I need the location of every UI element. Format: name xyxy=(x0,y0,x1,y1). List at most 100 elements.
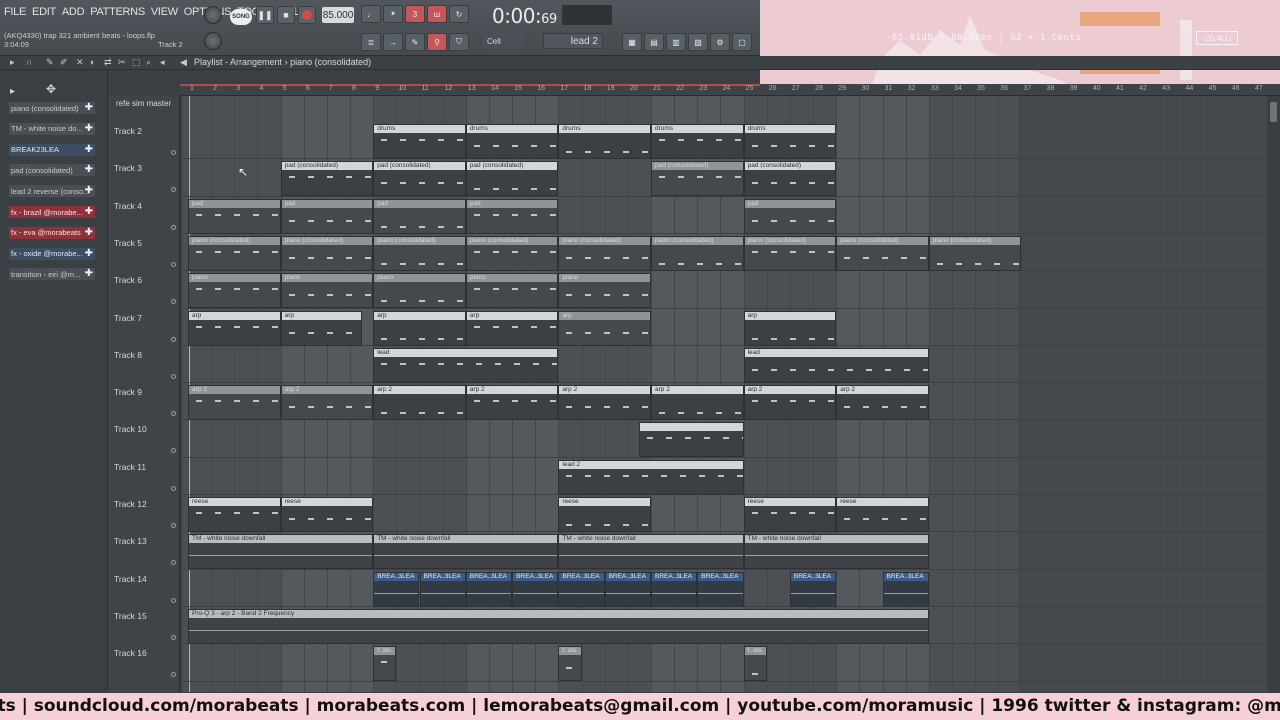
track-header[interactable]: Track 9 xyxy=(108,383,180,420)
playlist-clip[interactable]: piano (consolidated) xyxy=(836,235,929,271)
playlist-clip[interactable]: piano (consolidated) xyxy=(743,235,837,271)
arrow-right-icon[interactable]: ▸ xyxy=(10,57,15,68)
browser-button[interactable]: ▧ xyxy=(688,33,708,51)
playlist-clip[interactable]: arp 2 xyxy=(836,385,929,421)
playlist-clip[interactable]: BREA..3LEA xyxy=(651,571,698,607)
playlist-clip[interactable]: drums xyxy=(743,124,837,159)
playlist-clip[interactable]: BREA..3LEA xyxy=(789,571,837,607)
playlist-clip[interactable]: lead xyxy=(743,347,929,383)
playlist-clip[interactable]: piano (consolidated) xyxy=(465,235,559,271)
playlist-clip[interactable]: piano xyxy=(373,273,466,309)
playlist-clip[interactable]: reese xyxy=(558,497,651,532)
picker-item[interactable]: fx - oxide @morabe... ✚ xyxy=(8,246,96,261)
track-mute-toggle[interactable] xyxy=(171,523,176,528)
playlist-clip[interactable]: BREA..3LEA xyxy=(512,571,559,607)
playlist-clip[interactable] xyxy=(639,422,744,458)
timeline-ruler[interactable]: 1 2 3 4 5 6 7 8 9 10 11 12 13 14 15 16 17 18 19 20 21 22 23 24 2… xyxy=(180,84,1280,96)
track-header[interactable]: Track 4 xyxy=(108,197,180,234)
playlist-clip[interactable]: TM - white noise downfall xyxy=(373,534,559,570)
track-mute-toggle[interactable] xyxy=(171,299,176,305)
link-tool-button[interactable]: ⚲ xyxy=(427,33,447,51)
song-mode-button[interactable]: SONG xyxy=(230,9,252,25)
track-mute-toggle[interactable] xyxy=(171,672,176,678)
playlist-clip[interactable]: arp xyxy=(373,310,466,346)
playlist-clip[interactable]: arp xyxy=(188,310,281,346)
playlist-clip[interactable]: f. ats xyxy=(373,646,397,682)
playlist-clip[interactable]: pad xyxy=(465,198,559,234)
picker-item[interactable]: transition - eiri @m... ✚ xyxy=(8,267,96,282)
track-header[interactable]: Track 8 xyxy=(108,346,180,383)
arrow-right-icon[interactable]: ▸ xyxy=(10,86,15,97)
playlist-clip[interactable]: lead xyxy=(373,347,559,383)
track-mute-toggle[interactable] xyxy=(171,336,176,342)
playlist-clip[interactable]: arp 2 xyxy=(743,385,837,421)
playlist-clip[interactable]: arp 2 xyxy=(188,385,281,421)
playlist-clip[interactable]: TM - white noise downfall xyxy=(558,534,744,570)
playlist-clip[interactable]: piano (consolidated) xyxy=(373,235,466,271)
magnet-icon[interactable]: ∩ xyxy=(26,57,32,67)
playlist-clip[interactable]: piano (consolidated) xyxy=(558,235,651,271)
track-header[interactable]: Track 10 xyxy=(108,420,180,457)
slip-icon[interactable]: ⇄ xyxy=(104,57,112,68)
menu-item-edit[interactable]: EDIT xyxy=(32,6,56,18)
playlist-clip[interactable]: pad xyxy=(188,198,281,234)
track-mute-toggle[interactable] xyxy=(171,373,176,379)
metronome-button[interactable]: ♩ xyxy=(361,5,381,23)
playlist-clip[interactable]: piano (consolidated) xyxy=(651,235,744,271)
playlist-clip[interactable]: BREA..3LEA xyxy=(558,571,605,607)
add-icon[interactable]: ✚ xyxy=(85,248,93,259)
playlist-clip[interactable]: drums xyxy=(465,124,559,159)
playlist-clip[interactable]: drums xyxy=(558,124,651,159)
track-header[interactable]: Track 11 xyxy=(108,458,180,495)
channel-rack-button[interactable]: ▤ xyxy=(644,33,664,51)
track-mute-toggle[interactable] xyxy=(171,261,176,267)
playlist-clip[interactable]: piano xyxy=(280,273,374,309)
playlist-clip[interactable]: pad (consolidated) xyxy=(743,161,837,197)
add-icon[interactable]: ✚ xyxy=(85,206,93,217)
track-header[interactable]: Track 16 xyxy=(108,644,180,681)
brush-icon[interactable]: ✐ xyxy=(60,57,68,68)
snap-selector[interactable]: Cell xyxy=(483,33,523,49)
add-icon[interactable]: ✚ xyxy=(85,123,93,134)
track-header[interactable]: Track 3 xyxy=(108,159,180,196)
picker-item[interactable]: fx - brazil @morabe... ✚ xyxy=(8,205,96,219)
wait-input-button[interactable]: ⏸ xyxy=(383,5,403,23)
playlist-clip[interactable]: pad (consolidated) xyxy=(373,161,466,197)
playlist-clip[interactable]: pad xyxy=(373,198,466,234)
playlist-clip[interactable]: BREA..3LEA xyxy=(604,571,651,607)
playlist-clip[interactable]: TM - white noise downfall xyxy=(743,534,929,570)
picker-item[interactable]: pad (consolidated) ✚ xyxy=(8,163,96,178)
stop-button[interactable]: ■ xyxy=(277,6,295,24)
playlist-clip[interactable]: pad (consolidated) xyxy=(280,161,374,197)
playlist-clip[interactable]: reese xyxy=(280,497,374,532)
playlist-clip[interactable]: arp 2 xyxy=(280,385,374,421)
tempo-display[interactable]: 85.000 xyxy=(322,7,354,23)
picker-item[interactable]: lead 2 reverse (conso... ✚ xyxy=(8,184,96,199)
playlist-clip[interactable]: drums xyxy=(373,124,466,159)
pattern-selector[interactable]: lead 2 xyxy=(543,33,603,49)
track-header[interactable]: Track 5 xyxy=(108,234,180,271)
track-mute-toggle[interactable] xyxy=(171,448,176,454)
mute-icon[interactable]: ◐ xyxy=(90,57,95,67)
playlist-clip[interactable]: pad xyxy=(743,198,837,234)
playlist-clip[interactable]: TM - white noise downfall xyxy=(188,534,374,570)
playlist-clip[interactable]: arp 2 xyxy=(651,385,744,421)
playlist-clip[interactable]: arp 2 xyxy=(465,385,559,421)
playlist-clip[interactable]: piano xyxy=(465,273,559,309)
picker-item[interactable]: TM - white noise do... ✚ xyxy=(8,121,96,136)
zoom-icon[interactable]: ⌕ xyxy=(146,57,151,68)
playlist-view-button[interactable]: ≣ xyxy=(361,33,381,51)
playlist-clip[interactable]: reese xyxy=(836,497,929,532)
playlist-clip[interactable]: reese xyxy=(188,497,281,532)
add-icon[interactable]: ✚ xyxy=(85,185,93,196)
draw-tool-button[interactable]: ✎ xyxy=(405,33,425,51)
track-mute-toggle[interactable] xyxy=(171,485,176,491)
playlist-grid[interactable]: drums drums drums drums drums pad (consolidat… xyxy=(182,96,1267,692)
track-header[interactable]: Track 15 xyxy=(108,607,180,644)
add-icon[interactable]: ✚ xyxy=(85,144,93,155)
scrollbar-thumb[interactable] xyxy=(1270,102,1277,122)
playlist-clip[interactable]: BREA..3LEA xyxy=(373,571,420,607)
playlist-clip[interactable]: BREA..3LEA xyxy=(697,571,744,607)
file-button[interactable]: ▢ xyxy=(732,33,752,51)
playlist-clip[interactable]: BREA..3LEA xyxy=(419,571,466,607)
